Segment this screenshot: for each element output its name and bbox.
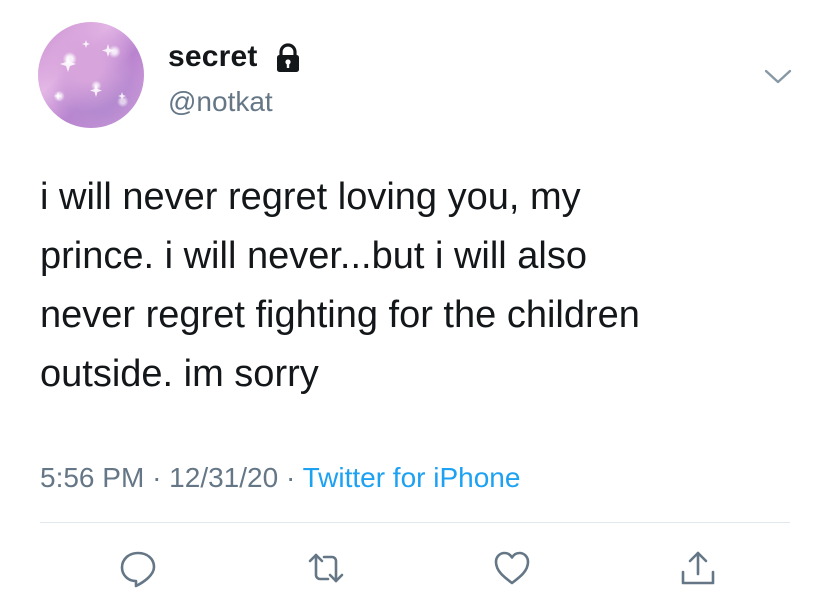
user-handle[interactable]: @notkat bbox=[168, 86, 273, 118]
meta-separator: · bbox=[152, 462, 162, 493]
tweet-meta: 5:56 PM · 12/31/20 · Twitter for iPhone bbox=[40, 462, 520, 494]
share-icon bbox=[681, 551, 715, 585]
tweet-source-link[interactable]: Twitter for iPhone bbox=[303, 462, 521, 493]
retweet-icon bbox=[308, 553, 344, 583]
lock-icon bbox=[277, 43, 299, 72]
like-button[interactable] bbox=[492, 548, 532, 588]
meta-separator: · bbox=[285, 462, 296, 493]
tweet-time: 5:56 PM bbox=[40, 462, 145, 493]
tweet-text: i will never regret loving you, my princ… bbox=[40, 176, 640, 395]
avatar-sparkles bbox=[54, 40, 126, 100]
display-name[interactable]: secret bbox=[168, 40, 258, 74]
divider bbox=[40, 522, 790, 523]
share-button[interactable] bbox=[678, 548, 718, 588]
tweet-date: 12/31/20 bbox=[169, 462, 279, 493]
chevron-down-icon[interactable] bbox=[764, 66, 792, 86]
reply-icon bbox=[120, 551, 156, 588]
reply-button[interactable] bbox=[118, 548, 158, 588]
heart-icon bbox=[494, 551, 530, 585]
retweet-button[interactable] bbox=[306, 548, 346, 588]
avatar[interactable] bbox=[38, 22, 144, 128]
